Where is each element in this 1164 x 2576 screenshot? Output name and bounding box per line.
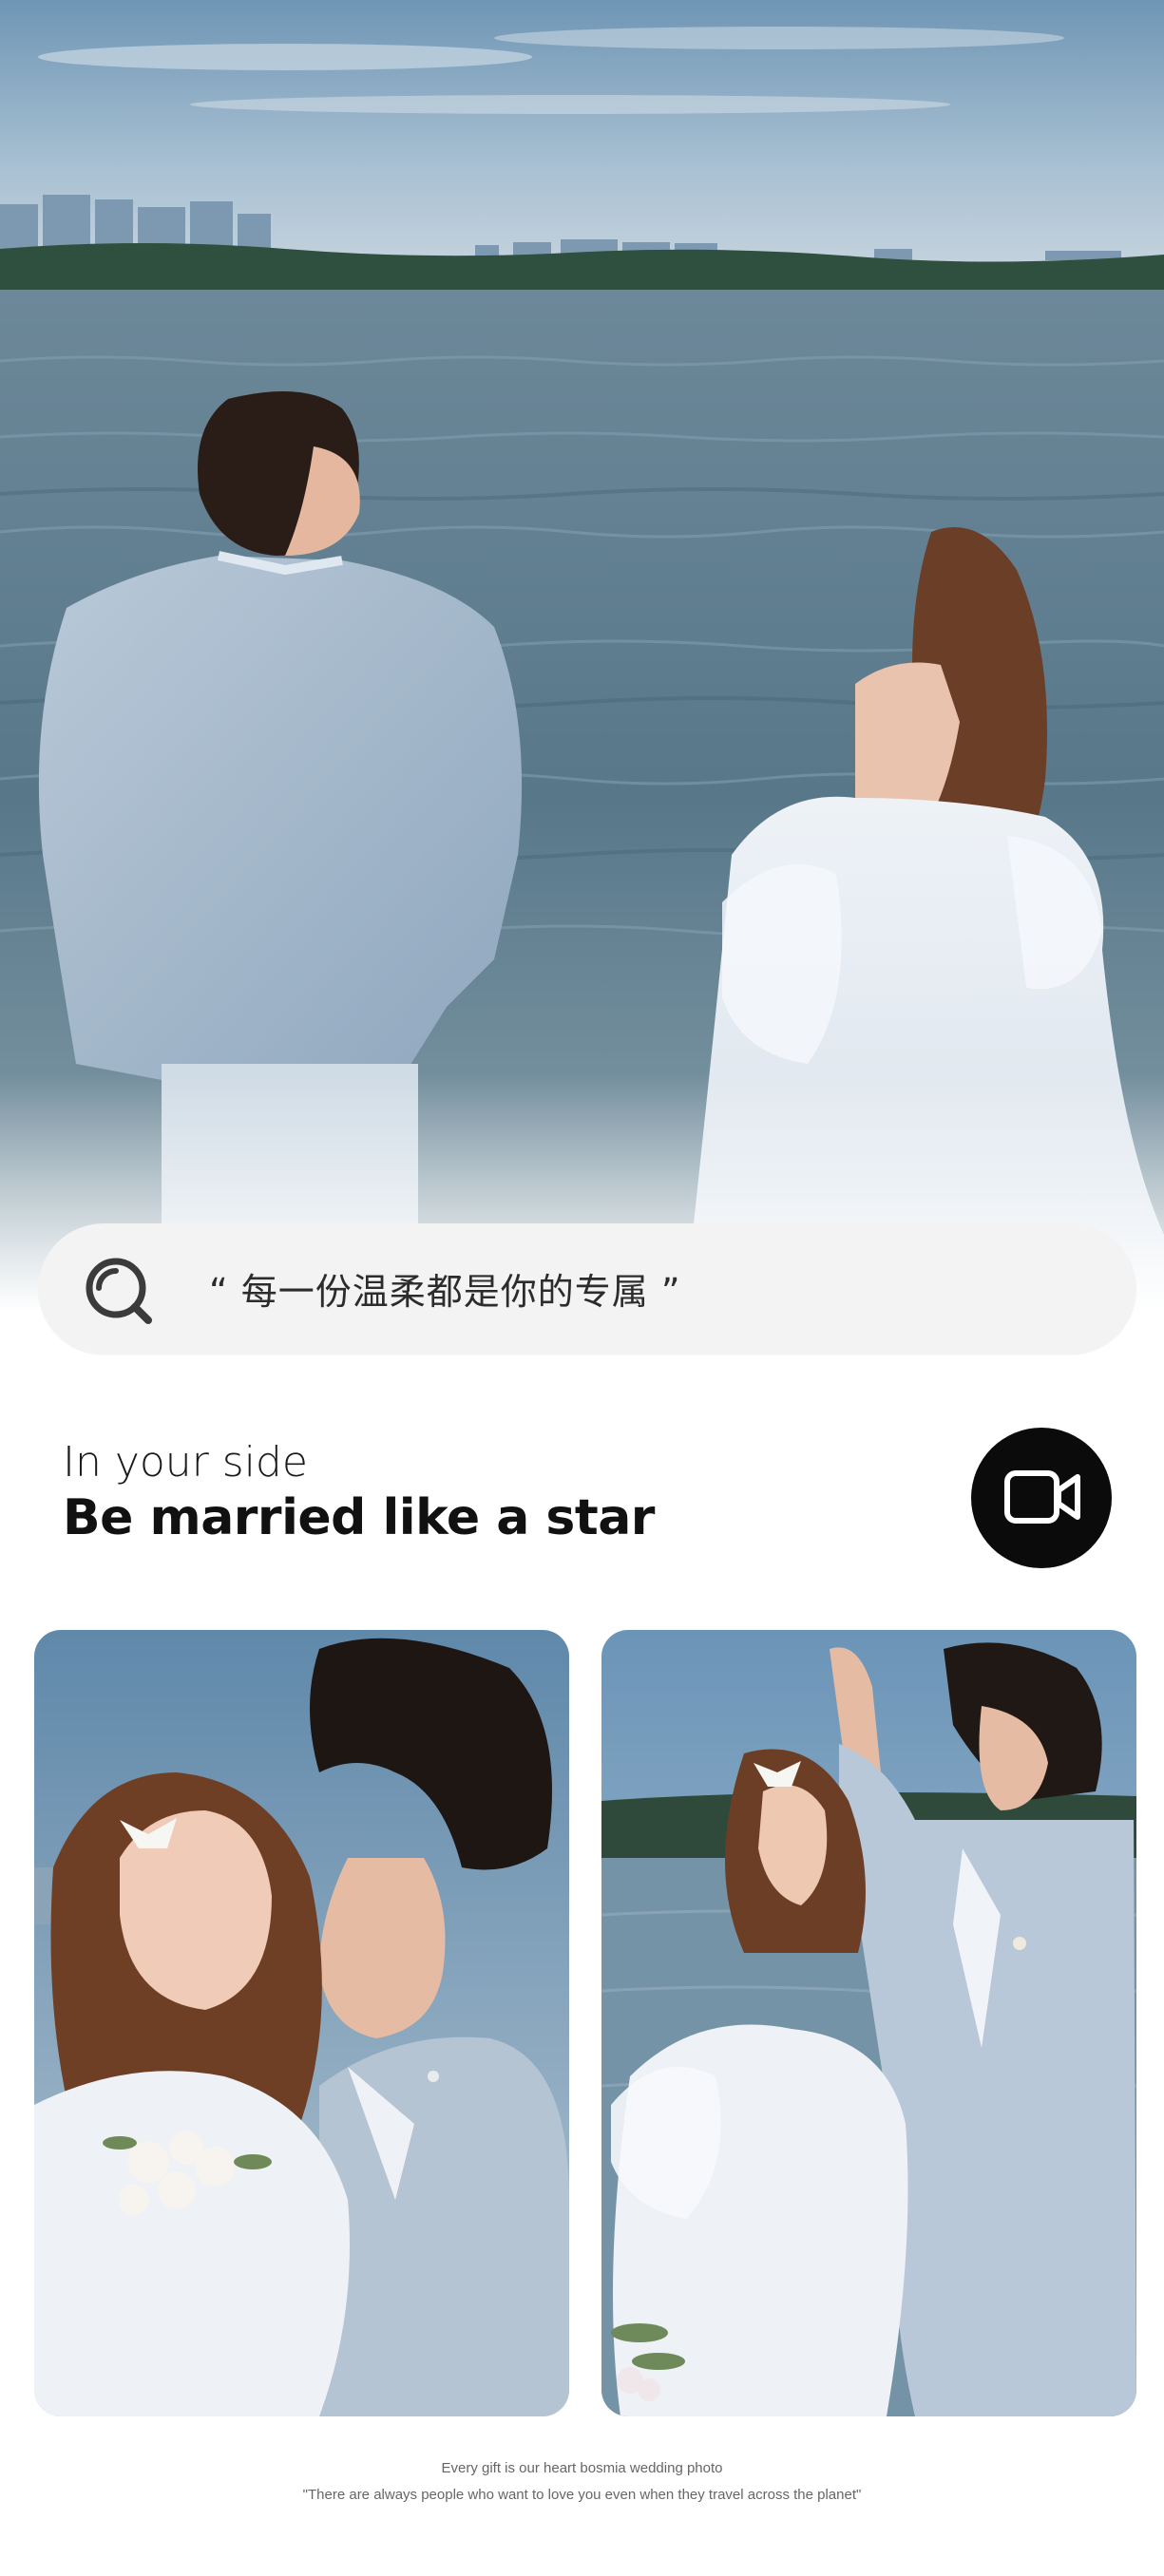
- video-camera-icon: [1004, 1470, 1080, 1524]
- footer-quote: "There are always people who want to lov…: [302, 2487, 862, 2503]
- gallery-photo-1[interactable]: [34, 1630, 569, 2416]
- hero-photo: [0, 0, 1164, 1311]
- quote-text: “ 每一份温柔都是你的专属 ”: [209, 1271, 681, 1313]
- section-title: Be married like a star: [63, 1489, 655, 1546]
- footer-tagline: Every gift is our heart bosmia wedding p…: [441, 2460, 723, 2476]
- gallery-photo-2[interactable]: [601, 1630, 1136, 2416]
- search-icon[interactable]: [82, 1254, 154, 1326]
- video-play-button[interactable]: [971, 1428, 1112, 1568]
- hero-scene: [0, 0, 1164, 1311]
- section-subtitle: In your side: [63, 1438, 308, 1487]
